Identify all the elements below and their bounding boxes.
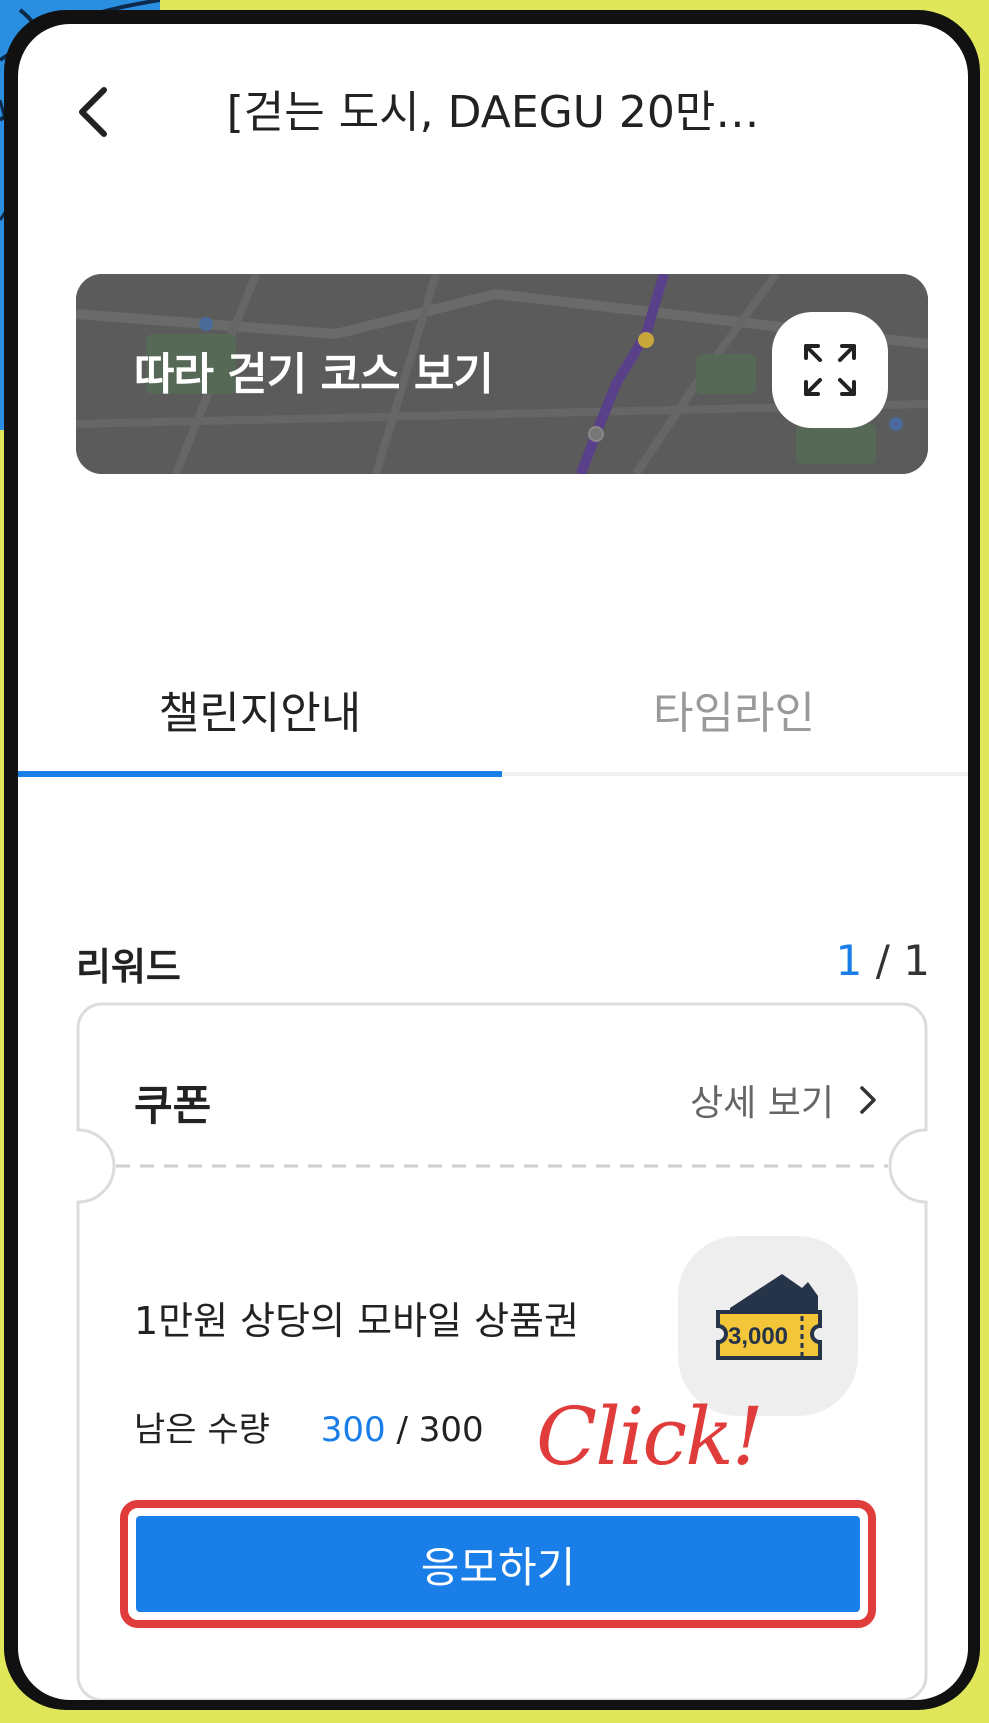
coupon-detail-link[interactable]: 상세 보기 <box>690 1074 878 1126</box>
tab-timeline[interactable]: 타임라인 <box>502 664 966 764</box>
remaining-total: / 300 <box>396 1410 484 1450</box>
coupon-card: 쿠폰 상세 보기 1만원 상당의 모바일 상품권 남은 수량 300 / 300… <box>76 1002 928 1700</box>
prize-description: 1만원 상당의 모바일 상품권 <box>134 1299 579 1343</box>
tab-active-indicator <box>18 771 502 777</box>
reward-page-total: / 1 <box>875 936 930 985</box>
reward-page-current: 1 <box>835 936 863 985</box>
reward-section-title: 리워드 <box>76 945 181 989</box>
apply-button-highlight: 응모하기 <box>120 1500 876 1628</box>
course-map-banner[interactable]: 따라 걷기 코스 보기 <box>76 274 928 474</box>
detail-link-label: 상세 보기 <box>690 1083 834 1124</box>
expand-map-button[interactable] <box>772 312 888 428</box>
voucher-amount: 3,000 <box>728 1323 788 1350</box>
remaining-quantity: 남은 수량 300 / 300 <box>134 1402 484 1451</box>
course-banner-label: 따라 걷기 코스 보기 <box>134 349 494 400</box>
voucher-ticket-icon: 3,000 <box>678 1236 858 1416</box>
phone-frame: [걷는 도시, DAEGU 20만… 따라 걷기 코스 보기 챌린지안내 타임라… <box>4 10 980 1710</box>
tab-challenge-info[interactable]: 챌린지안내 <box>18 664 502 764</box>
click-annotation: Click! <box>536 1390 764 1483</box>
back-button[interactable] <box>66 72 126 152</box>
coupon-name: 쿠폰 <box>134 1081 212 1130</box>
remaining-label: 남은 수량 <box>134 1410 270 1450</box>
reward-pager: 1 / 1 <box>836 936 930 985</box>
remaining-current: 300 <box>320 1410 386 1450</box>
chevron-left-icon <box>79 87 107 137</box>
app-screen: [걷는 도시, DAEGU 20만… 따라 걷기 코스 보기 챌린지안내 타임라… <box>18 24 968 1700</box>
page-title: [걷는 도시, DAEGU 20만… <box>226 87 760 138</box>
apply-button[interactable]: 응모하기 <box>136 1516 860 1612</box>
expand-icon <box>804 344 856 396</box>
chevron-right-icon <box>860 1086 876 1114</box>
